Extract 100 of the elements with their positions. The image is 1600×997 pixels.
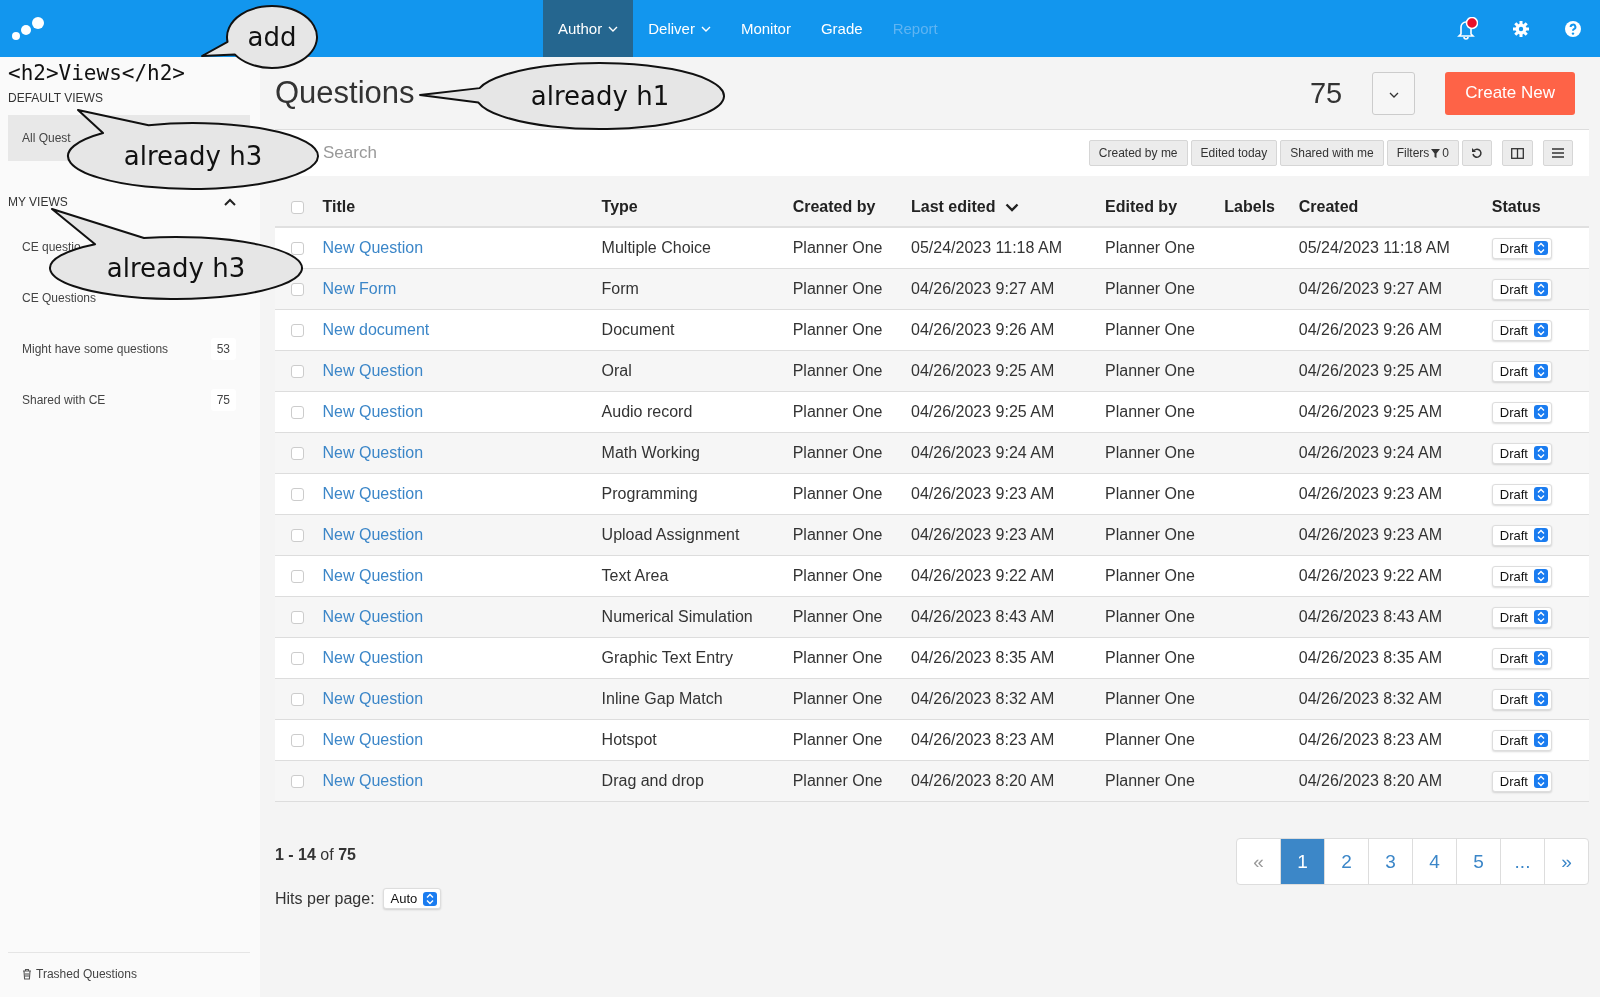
question-link[interactable]: New Question xyxy=(322,649,424,666)
status-select[interactable]: Draft xyxy=(1491,524,1552,546)
menu-button[interactable] xyxy=(1543,140,1573,166)
dropdown-button[interactable] xyxy=(1372,71,1416,115)
page-link[interactable]: 3 xyxy=(1368,839,1412,884)
question-link[interactable]: New Question xyxy=(322,526,424,543)
sort-down-icon xyxy=(1005,202,1020,212)
question-link[interactable]: New Question xyxy=(322,690,424,707)
page-link[interactable]: 2 xyxy=(1324,839,1368,884)
table-cell: Planner One xyxy=(792,362,883,379)
column-header[interactable]: Created xyxy=(1298,198,1359,216)
row-checkbox[interactable] xyxy=(291,283,304,297)
row-checkbox[interactable] xyxy=(291,570,304,584)
stepper-icon xyxy=(423,891,438,906)
question-link[interactable]: New Question xyxy=(322,403,424,420)
column-header[interactable]: Labels xyxy=(1224,198,1275,216)
table-cell: Planner One xyxy=(1105,239,1195,256)
row-checkbox[interactable] xyxy=(291,447,304,461)
status-select[interactable]: Draft xyxy=(1491,360,1552,382)
page-link[interactable]: 1 xyxy=(1280,839,1324,884)
annotation-text: already h3 xyxy=(123,141,263,171)
question-link[interactable]: New document xyxy=(322,321,430,338)
chevron-up-icon[interactable] xyxy=(224,198,236,206)
annotation-text: already h3 xyxy=(106,253,246,283)
page-link[interactable]: 5 xyxy=(1456,839,1500,884)
select-all-checkbox[interactable] xyxy=(291,201,304,215)
column-header[interactable]: Last edited xyxy=(911,198,1020,216)
row-checkbox[interactable] xyxy=(291,611,304,625)
question-link[interactable]: New Question xyxy=(322,608,424,625)
column-header[interactable]: Type xyxy=(601,198,638,216)
status-select[interactable]: Draft xyxy=(1491,278,1552,300)
question-link[interactable]: New Question xyxy=(322,239,424,256)
view-item[interactable]: Might have some questions 53 xyxy=(8,326,250,372)
question-link[interactable]: New Question xyxy=(322,567,424,584)
table-cell: Planner One xyxy=(792,239,883,256)
question-link[interactable]: New Form xyxy=(322,280,397,297)
status-select[interactable]: Draft xyxy=(1491,770,1552,792)
table-cell: Document xyxy=(601,321,675,338)
hits-select[interactable]: Auto xyxy=(382,888,442,909)
table-cell: 04/26/2023 8:43 AM xyxy=(1298,608,1442,625)
row-checkbox[interactable] xyxy=(291,775,304,789)
logo-icon[interactable] xyxy=(10,15,46,42)
page-link[interactable]: 4 xyxy=(1412,839,1456,884)
status-select[interactable]: Draft xyxy=(1491,483,1552,505)
filter-button[interactable]: Edited today xyxy=(1190,140,1278,166)
filters-button[interactable]: Filters 0 xyxy=(1386,140,1459,166)
row-checkbox[interactable] xyxy=(291,693,304,707)
search-field[interactable]: Search xyxy=(275,130,1089,176)
question-link[interactable]: New Question xyxy=(322,362,424,379)
status-select[interactable]: Draft xyxy=(1491,442,1552,464)
table-cell: Planner One xyxy=(1105,731,1195,748)
nav-tab[interactable]: Author xyxy=(543,0,634,57)
row-checkbox[interactable] xyxy=(291,406,304,420)
filter-button[interactable]: Shared with me xyxy=(1280,140,1384,166)
filter-button[interactable]: Created by me xyxy=(1088,140,1188,166)
table-cell: Planner One xyxy=(1105,444,1195,461)
range-text: 1 - 14 of 75 xyxy=(275,846,357,864)
question-link[interactable]: New Question xyxy=(322,731,424,748)
column-header[interactable]: Edited by xyxy=(1105,198,1178,216)
table-cell: Planner One xyxy=(1105,608,1195,625)
table-cell: Planner One xyxy=(1105,649,1195,666)
row-checkbox[interactable] xyxy=(291,734,304,748)
table-cell: Programming xyxy=(601,485,698,502)
row-checkbox[interactable] xyxy=(291,242,304,256)
row-checkbox[interactable] xyxy=(291,365,304,379)
row-checkbox[interactable] xyxy=(291,652,304,666)
status-select[interactable]: Draft xyxy=(1491,606,1552,628)
table-cell: Planner One xyxy=(792,321,883,338)
trash-link[interactable]: Trashed Questions xyxy=(8,952,250,997)
column-header[interactable]: Title xyxy=(322,198,356,216)
annotation-text: add xyxy=(247,22,297,52)
question-link[interactable]: New Question xyxy=(322,444,424,461)
columns-button[interactable] xyxy=(1502,140,1533,166)
help-icon[interactable] xyxy=(1564,19,1582,38)
view-item[interactable]: Shared with CE 75 xyxy=(8,377,250,423)
status-select[interactable]: Draft xyxy=(1491,237,1552,259)
column-header[interactable]: Status xyxy=(1491,198,1541,216)
next-page[interactable]: » xyxy=(1544,839,1588,884)
row-checkbox[interactable] xyxy=(291,488,304,502)
table-cell: Planner One xyxy=(792,731,883,748)
table-cell: 04/26/2023 9:26 AM xyxy=(1298,321,1442,338)
status-select[interactable]: Draft xyxy=(1491,401,1552,423)
question-link[interactable]: New Question xyxy=(322,772,424,789)
status-select[interactable]: Draft xyxy=(1491,647,1552,669)
question-link[interactable]: New Question xyxy=(322,485,424,502)
reset-button[interactable] xyxy=(1462,140,1492,166)
table-cell: 04/26/2023 9:23 AM xyxy=(911,485,1055,502)
table-cell: 04/26/2023 8:23 AM xyxy=(1298,731,1442,748)
column-header[interactable]: Created by xyxy=(792,198,876,216)
status-select[interactable]: Draft xyxy=(1491,729,1552,751)
table-cell: 04/26/2023 9:23 AM xyxy=(1298,526,1442,543)
table-cell: Planner One xyxy=(792,772,883,789)
row-checkbox[interactable] xyxy=(291,529,304,543)
table-cell: Planner One xyxy=(792,608,883,625)
page-link[interactable]: ... xyxy=(1500,839,1544,884)
status-select[interactable]: Draft xyxy=(1491,319,1552,341)
status-select[interactable]: Draft xyxy=(1491,565,1552,587)
status-select[interactable]: Draft xyxy=(1491,688,1552,710)
settings-icon[interactable] xyxy=(1512,19,1530,38)
row-checkbox[interactable] xyxy=(291,324,304,338)
